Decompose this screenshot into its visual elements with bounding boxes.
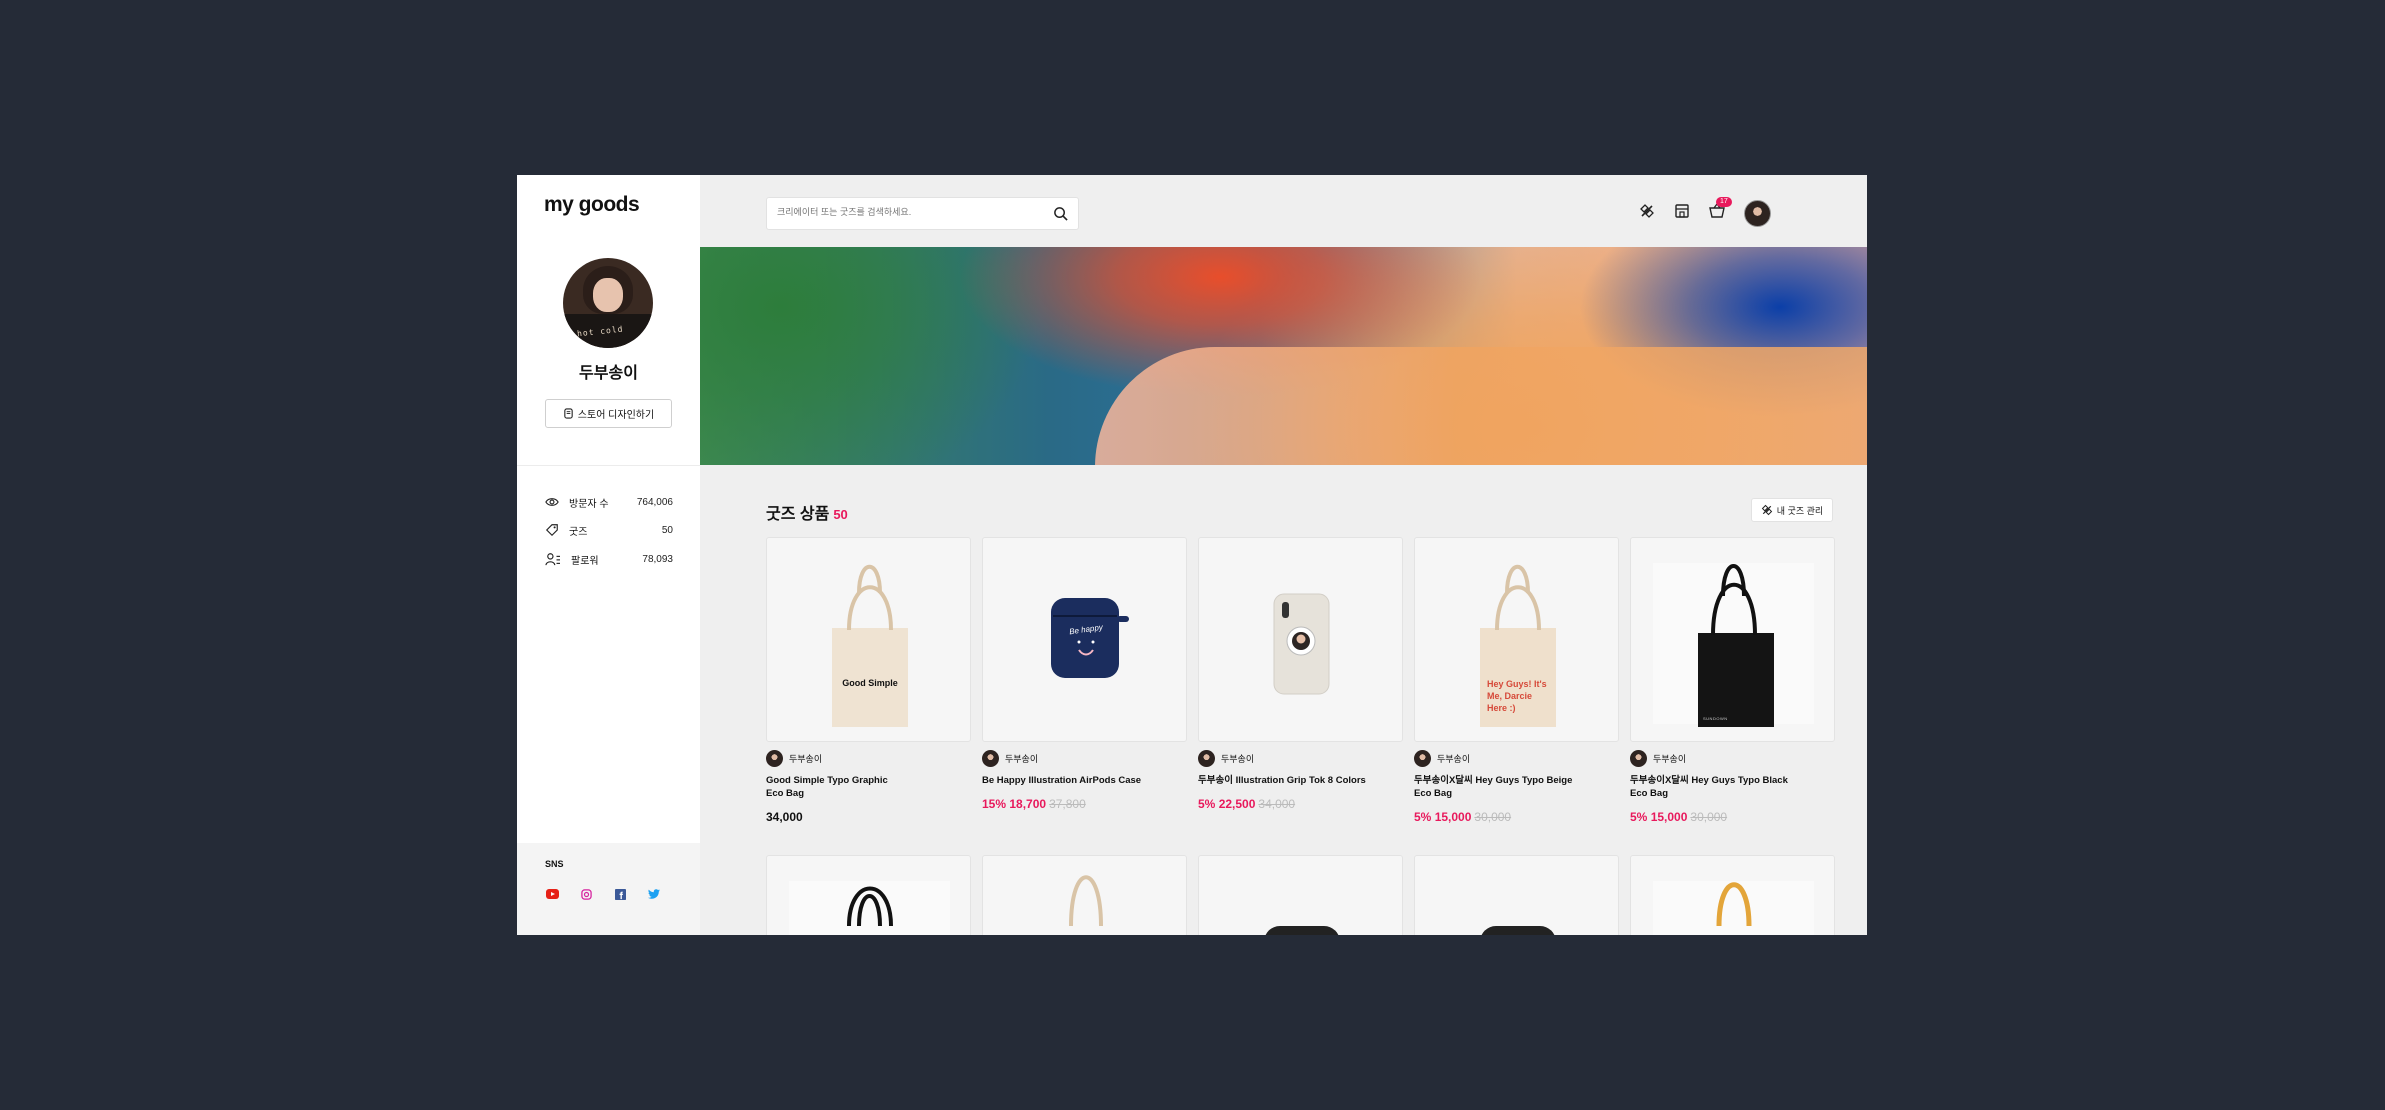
product-card[interactable] <box>1198 855 1403 935</box>
seller[interactable]: 두부송이 <box>1630 750 1835 767</box>
product-name[interactable]: Be Happy Illustration AirPods Case <box>982 774 1157 787</box>
bag-print-text: SUNDOWN <box>1703 716 1728 721</box>
product-image[interactable] <box>1198 855 1403 935</box>
search-bar[interactable] <box>766 197 1079 230</box>
store-design-button[interactable]: 스토어 디자인하기 <box>545 399 672 428</box>
design-tools-icon <box>1761 504 1772 516</box>
stat-goods: 굿즈 50 <box>545 522 673 538</box>
sns-section: SNS <box>517 843 700 935</box>
product-price: 34,000 <box>766 810 803 824</box>
product-image[interactable]: Be happy <box>982 537 1187 742</box>
stat-label: 방문자 수 <box>569 498 609 510</box>
sns-title: SNS <box>545 859 564 869</box>
bag-print-text: Good Simple <box>842 678 898 688</box>
cart-button[interactable]: 17 <box>1709 196 1732 224</box>
product-image[interactable] <box>982 855 1187 935</box>
product-card[interactable]: Be happy 두부송이 Be Happy Illustration AirP… <box>982 537 1187 811</box>
product-image[interactable] <box>1414 855 1619 935</box>
stat-value: 78,093 <box>642 553 673 565</box>
cart-count-badge: 17 <box>1716 196 1732 207</box>
seller-name: 두부송이 <box>1653 754 1687 764</box>
profile-name: 두부송이 <box>579 365 638 382</box>
followers-icon <box>545 553 560 566</box>
seller[interactable]: 두부송이 <box>1414 750 1619 767</box>
store-design-icon <box>564 408 573 419</box>
product-card[interactable]: SUNDOWN 두부송이 두부송이X달씨 Hey Guys Typo Black… <box>1630 537 1835 824</box>
product-image[interactable] <box>766 855 971 935</box>
search-icon[interactable] <box>1053 206 1068 226</box>
app-window: my goods hot cold 두부송이 스토어 디자인하기 방문자 수 7… <box>517 175 1867 935</box>
seller-name: 두부송이 <box>1005 754 1039 764</box>
seller[interactable]: 두부송이 <box>766 750 971 767</box>
stat-label: 팔로워 <box>571 555 599 567</box>
stat-value: 764,006 <box>636 496 673 508</box>
bag-print-text: Hey Guys! It's Me, Darcie Here :) <box>1487 679 1547 713</box>
youtube-icon[interactable] <box>545 887 559 901</box>
goods-section-title: 굿즈 상품 50 <box>766 506 848 523</box>
product-image[interactable] <box>1198 537 1403 742</box>
seller-name: 두부송이 <box>1221 754 1255 764</box>
product-name[interactable]: 두부송이X달씨 Hey Guys Typo Beige Eco Bag <box>1414 774 1589 800</box>
design-tools-icon[interactable] <box>1639 203 1655 224</box>
seller-avatar <box>766 750 783 767</box>
store-design-label: 스토어 디자인하기 <box>577 410 655 421</box>
product-card[interactable]: Good Simple 두부송이 Good Simple Typo Graphi… <box>766 537 971 824</box>
product-card[interactable]: Hey Guys! It's Me, Darcie Here :) 두부송이 두… <box>1414 537 1619 824</box>
store-icon[interactable] <box>1674 203 1690 224</box>
instagram-icon[interactable] <box>579 887 593 901</box>
seller-name: 두부송이 <box>789 754 823 764</box>
product-name[interactable]: 두부송이X달씨 Hey Guys Typo Black Eco Bag <box>1630 774 1805 800</box>
product-price: 5% 22,500 34,000 <box>1198 797 1296 811</box>
facebook-icon[interactable] <box>613 887 627 901</box>
user-avatar[interactable] <box>1744 199 1771 227</box>
store-banner <box>700 247 1867 465</box>
tag-icon <box>545 524 558 537</box>
goods-count: 50 <box>833 507 848 522</box>
product-card[interactable] <box>982 855 1187 935</box>
product-image[interactable]: SUNDOWN <box>1630 537 1835 742</box>
seller-avatar <box>1630 750 1647 767</box>
seller[interactable]: 두부송이 <box>1198 750 1403 767</box>
logo[interactable]: my goods <box>544 193 640 217</box>
product-image[interactable]: Hey Guys! It's Me, Darcie Here :) <box>1414 537 1619 742</box>
product-name[interactable]: 두부송이 Illustration Grip Tok 8 Colors <box>1198 774 1373 787</box>
sidebar: my goods hot cold 두부송이 스토어 디자인하기 방문자 수 7… <box>517 175 700 935</box>
product-card[interactable] <box>766 855 971 935</box>
seller-name: 두부송이 <box>1437 754 1471 764</box>
eye-icon <box>545 498 559 506</box>
stat-label: 굿즈 <box>569 526 588 538</box>
seller[interactable]: 두부송이 <box>982 750 1187 767</box>
product-price: 5% 15,000 30,000 <box>1630 810 1728 824</box>
product-price: 15% 18,700 37,800 <box>982 797 1086 811</box>
search-input[interactable] <box>777 207 1037 217</box>
profile-avatar[interactable]: hot cold <box>563 258 653 348</box>
product-image[interactable] <box>1630 855 1835 935</box>
product-card[interactable] <box>1630 855 1835 935</box>
stat-visitors: 방문자 수 764,006 <box>545 494 673 510</box>
product-name[interactable]: Good Simple Typo Graphic Eco Bag <box>766 774 896 800</box>
sidebar-divider <box>517 465 700 466</box>
seller-avatar <box>982 750 999 767</box>
manage-goods-button[interactable]: 내 굿즈 관리 <box>1751 498 1833 522</box>
manage-goods-label: 내 굿즈 관리 <box>1776 505 1824 516</box>
seller-avatar <box>1198 750 1215 767</box>
seller-avatar <box>1414 750 1431 767</box>
stat-followers: 팔로워 78,093 <box>545 551 673 567</box>
header-actions: 17 <box>1639 196 1771 228</box>
stat-value: 50 <box>661 524 673 536</box>
twitter-icon[interactable] <box>647 887 661 901</box>
product-image[interactable]: Good Simple <box>766 537 971 742</box>
product-card[interactable]: 두부송이 두부송이 Illustration Grip Tok 8 Colors… <box>1198 537 1403 811</box>
product-price: 5% 15,000 30,000 <box>1414 810 1512 824</box>
product-card[interactable] <box>1414 855 1619 935</box>
